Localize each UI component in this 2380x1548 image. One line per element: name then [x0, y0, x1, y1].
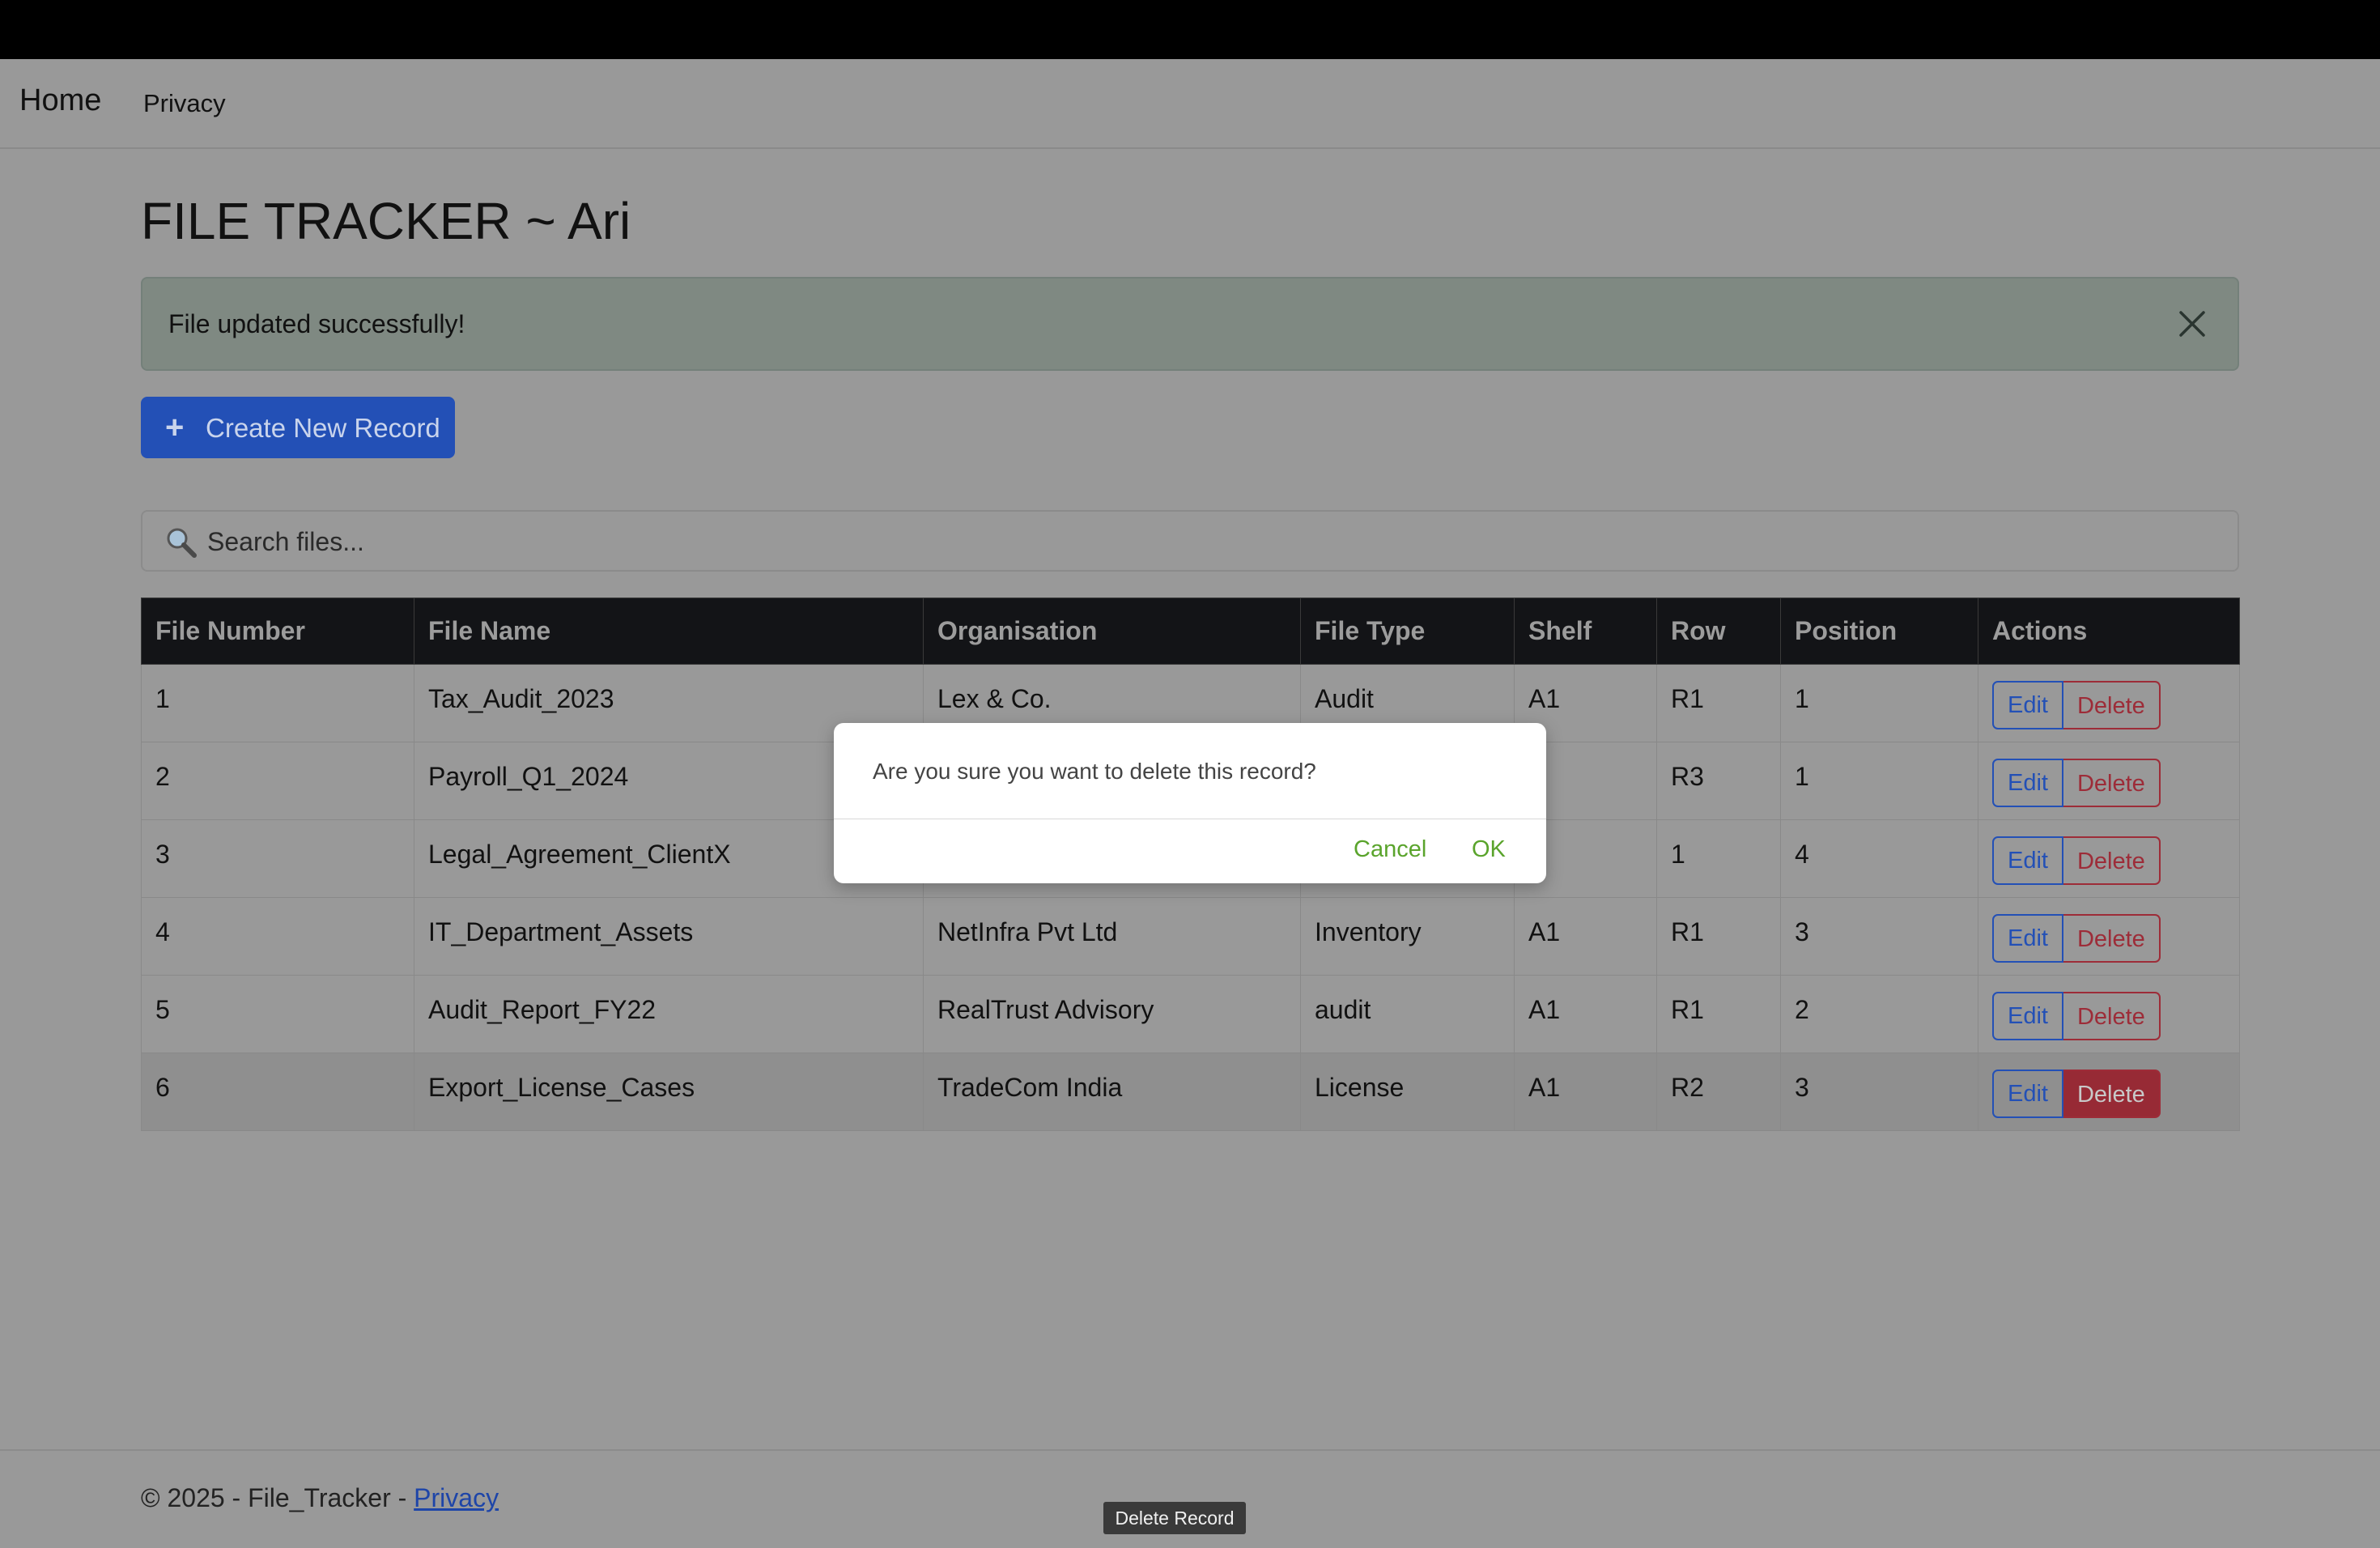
- cell-actions: Edit Delete: [1978, 897, 2240, 976]
- cell-row: R1: [1656, 897, 1781, 976]
- header-shelf: Shelf: [1514, 598, 1657, 665]
- cell-file-number: 1: [141, 664, 414, 742]
- table-row: 4 IT_Department_Assets NetInfra Pvt Ltd …: [141, 897, 2240, 976]
- footer-copyright: © 2025 - File_Tracker -: [141, 1483, 414, 1512]
- delete-button[interactable]: Delete: [2063, 759, 2161, 807]
- cell-organisation: RealTrust Advisory: [923, 975, 1301, 1053]
- table-row: 5 Audit_Report_FY22 RealTrust Advisory a…: [141, 975, 2240, 1053]
- search-input[interactable]: [206, 523, 2216, 560]
- header-file-number: File Number: [141, 598, 414, 665]
- plus-icon: +: [165, 410, 185, 445]
- table-row: 6 Export_License_Cases TradeCom India Li…: [141, 1053, 2240, 1131]
- cell-position: 3: [1780, 1053, 1978, 1131]
- page-title: FILE TRACKER ~ Ari: [141, 192, 631, 250]
- navbar: Home Privacy: [0, 59, 2380, 149]
- cell-row: R3: [1656, 742, 1781, 820]
- cell-shelf: A1: [1514, 1053, 1657, 1131]
- dialog-message: Are you sure you want to delete this rec…: [873, 759, 1316, 784]
- confirm-delete-dialog: Are you sure you want to delete this rec…: [834, 723, 1546, 883]
- cell-row: R1: [1656, 664, 1781, 742]
- cell-position: 1: [1780, 742, 1978, 820]
- cell-file-number: 5: [141, 975, 414, 1053]
- header-file-type: File Type: [1300, 598, 1515, 665]
- success-alert: File updated successfully!: [141, 277, 2239, 371]
- cell-actions: Edit Delete: [1978, 664, 2240, 742]
- footer-privacy-link[interactable]: Privacy: [414, 1483, 499, 1512]
- cell-shelf: A1: [1514, 897, 1657, 976]
- dialog-ok-button[interactable]: OK: [1472, 836, 1506, 863]
- cell-actions: Edit Delete: [1978, 975, 2240, 1053]
- delete-button[interactable]: Delete: [2063, 992, 2161, 1040]
- cell-shelf: A1: [1514, 975, 1657, 1053]
- cell-row: R2: [1656, 1053, 1781, 1131]
- search-icon: [164, 525, 199, 560]
- edit-button[interactable]: Edit: [1992, 992, 2063, 1040]
- cell-file-type: License: [1300, 1053, 1515, 1131]
- header-organisation: Organisation: [923, 598, 1301, 665]
- nav-privacy-link[interactable]: Privacy: [143, 89, 226, 118]
- top-black-bar: [0, 0, 2380, 59]
- delete-button-hovered[interactable]: Delete: [2063, 1070, 2161, 1118]
- cell-organisation: TradeCom India: [923, 1053, 1301, 1131]
- cell-file-name: Audit_Report_FY22: [414, 975, 924, 1053]
- cell-file-number: 4: [141, 897, 414, 976]
- header-actions: Actions: [1978, 598, 2240, 665]
- cell-actions: Edit Delete: [1978, 1053, 2240, 1131]
- edit-button[interactable]: Edit: [1992, 1070, 2063, 1118]
- cell-position: 2: [1780, 975, 1978, 1053]
- delete-button[interactable]: Delete: [2063, 681, 2161, 729]
- cell-file-number: 3: [141, 819, 414, 898]
- nav-home-link[interactable]: Home: [19, 83, 101, 118]
- footer-divider: [0, 1449, 2380, 1451]
- header-position: Position: [1780, 598, 1978, 665]
- delete-button[interactable]: Delete: [2063, 836, 2161, 885]
- table-header-row: File Number File Name Organisation File …: [141, 598, 2240, 665]
- edit-button[interactable]: Edit: [1992, 681, 2063, 729]
- cell-file-number: 6: [141, 1053, 414, 1131]
- cell-position: 1: [1780, 664, 1978, 742]
- cell-row: 1: [1656, 819, 1781, 898]
- cell-actions: Edit Delete: [1978, 742, 2240, 820]
- delete-button[interactable]: Delete: [2063, 914, 2161, 963]
- cell-file-type: Inventory: [1300, 897, 1515, 976]
- cell-file-name: Export_License_Cases: [414, 1053, 924, 1131]
- footer: © 2025 - File_Tracker - Privacy: [141, 1483, 499, 1513]
- cell-row: R1: [1656, 975, 1781, 1053]
- edit-button[interactable]: Edit: [1992, 914, 2063, 963]
- alert-message: File updated successfully!: [168, 309, 465, 338]
- cell-file-number: 2: [141, 742, 414, 820]
- delete-record-tooltip: Delete Record: [1103, 1502, 1246, 1534]
- cell-file-name: IT_Department_Assets: [414, 897, 924, 976]
- create-button-label: Create New Record: [206, 413, 440, 443]
- cell-actions: Edit Delete: [1978, 819, 2240, 898]
- create-new-record-button[interactable]: + Create New Record: [141, 397, 455, 458]
- cell-position: 3: [1780, 897, 1978, 976]
- search-box: [141, 510, 2239, 572]
- edit-button[interactable]: Edit: [1992, 759, 2063, 807]
- cell-organisation: NetInfra Pvt Ltd: [923, 897, 1301, 976]
- cell-file-type: audit: [1300, 975, 1515, 1053]
- close-icon[interactable]: [2173, 304, 2212, 343]
- edit-button[interactable]: Edit: [1992, 836, 2063, 885]
- cell-position: 4: [1780, 819, 1978, 898]
- dialog-cancel-button[interactable]: Cancel: [1354, 836, 1426, 863]
- header-file-name: File Name: [414, 598, 924, 665]
- header-row: Row: [1656, 598, 1781, 665]
